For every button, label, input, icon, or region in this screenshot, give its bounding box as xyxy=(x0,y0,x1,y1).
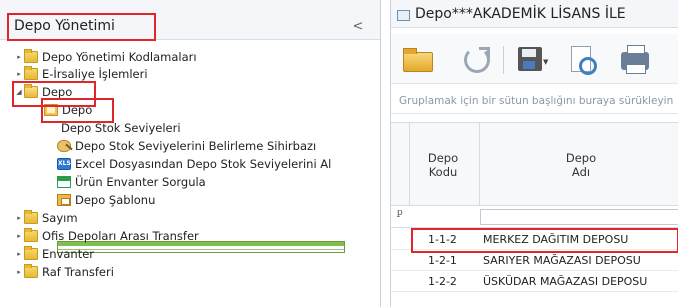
inventory-icon xyxy=(57,175,71,188)
wizard-icon xyxy=(57,139,71,152)
folder-icon xyxy=(24,263,38,278)
tree-item-label: Depo xyxy=(62,102,93,117)
filter-row: ꝑ xyxy=(391,206,678,228)
tree-item-label: Ürün Envanter Sorgula xyxy=(75,174,206,189)
name-filter-input[interactable] xyxy=(480,209,678,225)
save-icon[interactable]: ▼ xyxy=(515,44,549,76)
tree-item-label: Depo Şablonu xyxy=(75,192,156,207)
left-navigation-panel: Depo Yönetimi < ▸ Depo Yönetimi Kodlamal… xyxy=(0,0,381,307)
tree-item-label: Ofis Depoları Arası Transfer xyxy=(42,228,199,243)
expand-arrow-icon[interactable]: ▸ xyxy=(14,70,24,78)
tree-item-ofis-depolari-transfer[interactable]: ▸ Ofis Depoları Arası Transfer xyxy=(14,227,199,244)
tree-item-depo-folder[interactable]: ◢ Depo xyxy=(14,83,72,100)
tree-item-label: Depo Stok Seviyelerini Belirleme Sihirba… xyxy=(75,138,317,153)
depo-name-cell: SARIYER MAĞAZASI DEPOSU xyxy=(483,254,641,267)
tree-item-depo-sablonu[interactable]: Depo Şablonu xyxy=(57,191,155,208)
print-icon[interactable] xyxy=(619,44,653,76)
depo-name-cell: MERKEZ DAĞITIM DEPOSU xyxy=(483,233,629,246)
tree-item-stok-seviyesi-sihirbazi[interactable]: Depo Stok Seviyelerini Belirleme Sihirba… xyxy=(57,137,316,154)
tree-item-label: Excel Dosyasından Depo Stok Seviyelerini… xyxy=(75,156,332,171)
column-header-depo-adi[interactable]: Depo Adı xyxy=(541,151,621,179)
column-header-depo-kodu[interactable]: Depo Kodu xyxy=(415,151,471,179)
folder-open-icon xyxy=(24,83,38,98)
tree-item-label: Depo Stok Seviyeleri xyxy=(61,120,181,135)
right-content-panel: Depo***AKADEMİK LİSANS İLE ▼ Gruplamak i… xyxy=(390,0,678,307)
tree-item-sayim[interactable]: ▸ Sayım xyxy=(14,209,78,226)
folder-icon xyxy=(24,227,38,242)
filter-icon: ꝑ xyxy=(397,208,403,218)
table-row[interactable]: 1-2-2 ÜSKÜDAR MAĞAZASI DEPOSU xyxy=(391,272,678,292)
template-icon xyxy=(57,193,71,206)
tree-item-envanter[interactable]: ▸ Envanter xyxy=(14,245,94,262)
tree-item-depo[interactable]: Depo xyxy=(44,101,92,118)
column-header-line: Depo xyxy=(565,151,597,165)
tree-item-label: Depo xyxy=(42,84,73,99)
toolbar-separator xyxy=(503,46,504,74)
tree-item-label: Raf Transferi xyxy=(42,264,114,279)
expand-arrow-icon[interactable]: ▸ xyxy=(14,232,24,240)
right-panel-header: Depo***AKADEMİK LİSANS İLE xyxy=(391,0,678,28)
column-separator xyxy=(409,123,410,205)
panel-title-highlight: Depo Yönetimi xyxy=(7,13,156,41)
dropdown-caret-icon[interactable]: ▼ xyxy=(543,58,548,66)
left-panel-header: Depo Yönetimi < xyxy=(0,0,380,41)
expand-arrow-icon[interactable]: ▸ xyxy=(14,214,24,222)
tree-item-urun-envanter-sorgula[interactable]: Ürün Envanter Sorgula xyxy=(57,173,206,190)
tree-item-label: Sayım xyxy=(42,210,78,225)
tree-item-excel-import[interactable]: Excel Dosyasından Depo Stok Seviyelerini… xyxy=(57,155,331,172)
panel-title: Depo Yönetimi xyxy=(14,18,115,34)
column-separator xyxy=(479,123,480,205)
open-folder-icon[interactable] xyxy=(401,44,435,76)
column-header-line: Depo xyxy=(427,151,459,165)
depo-name-cell: ÜSKÜDAR MAĞAZASI DEPOSU xyxy=(483,275,648,288)
window-icon xyxy=(397,10,410,21)
tree-item-depo-yonetimi-kodlamalari[interactable]: ▸ Depo Yönetimi Kodlamaları xyxy=(14,48,197,65)
folder-icon xyxy=(24,48,38,63)
depo-code-cell: 1-2-2 xyxy=(428,275,457,288)
tree-item-e-irsaliye-islemleri[interactable]: ▸ E-İrsaliye İşlemleri xyxy=(14,65,148,82)
depo-icon xyxy=(44,103,58,116)
depo-code-cell: 1-2-1 xyxy=(428,254,457,267)
collapse-panel-button[interactable]: < xyxy=(350,19,366,35)
refresh-icon[interactable] xyxy=(461,44,495,76)
expand-arrow-icon[interactable]: ▸ xyxy=(14,250,24,258)
table-row[interactable]: 1-1-2 MERKEZ DAĞITIM DEPOSU xyxy=(391,230,678,250)
group-by-hint: Gruplamak için bir sütun başlığını buray… xyxy=(399,95,674,107)
tree-item-depo-stok-seviyeleri[interactable]: Depo Stok Seviyeleri xyxy=(57,119,345,253)
tree-item-label: Envanter xyxy=(42,246,95,261)
column-header-line: Adı xyxy=(571,165,591,179)
window-title: Depo***AKADEMİK LİSANS İLE xyxy=(415,6,626,22)
collapse-arrow-icon[interactable]: ◢ xyxy=(14,88,24,96)
grid-header: Depo Kodu Depo Adı xyxy=(391,122,678,206)
print-preview-icon[interactable] xyxy=(567,44,601,76)
column-header-line: Kodu xyxy=(428,165,458,179)
tree-item-raf-transferi[interactable]: ▸ Raf Transferi xyxy=(14,263,114,280)
tree-item-label: Depo Yönetimi Kodlamaları xyxy=(42,49,197,64)
tree-item-label: E-İrsaliye İşlemleri xyxy=(42,66,148,81)
folder-icon xyxy=(24,65,38,80)
group-by-bar[interactable]: Gruplamak için bir sütun başlığını buray… xyxy=(391,90,678,114)
expand-arrow-icon[interactable]: ▸ xyxy=(14,268,24,276)
excel-icon xyxy=(57,157,71,170)
toolbar: ▼ xyxy=(391,34,678,84)
table-row[interactable]: 1-2-1 SARIYER MAĞAZASI DEPOSU xyxy=(391,251,678,271)
expand-arrow-icon[interactable]: ▸ xyxy=(14,53,24,61)
folder-icon xyxy=(24,245,38,260)
depo-code-cell: 1-1-2 xyxy=(428,233,457,246)
folder-icon xyxy=(24,209,38,224)
